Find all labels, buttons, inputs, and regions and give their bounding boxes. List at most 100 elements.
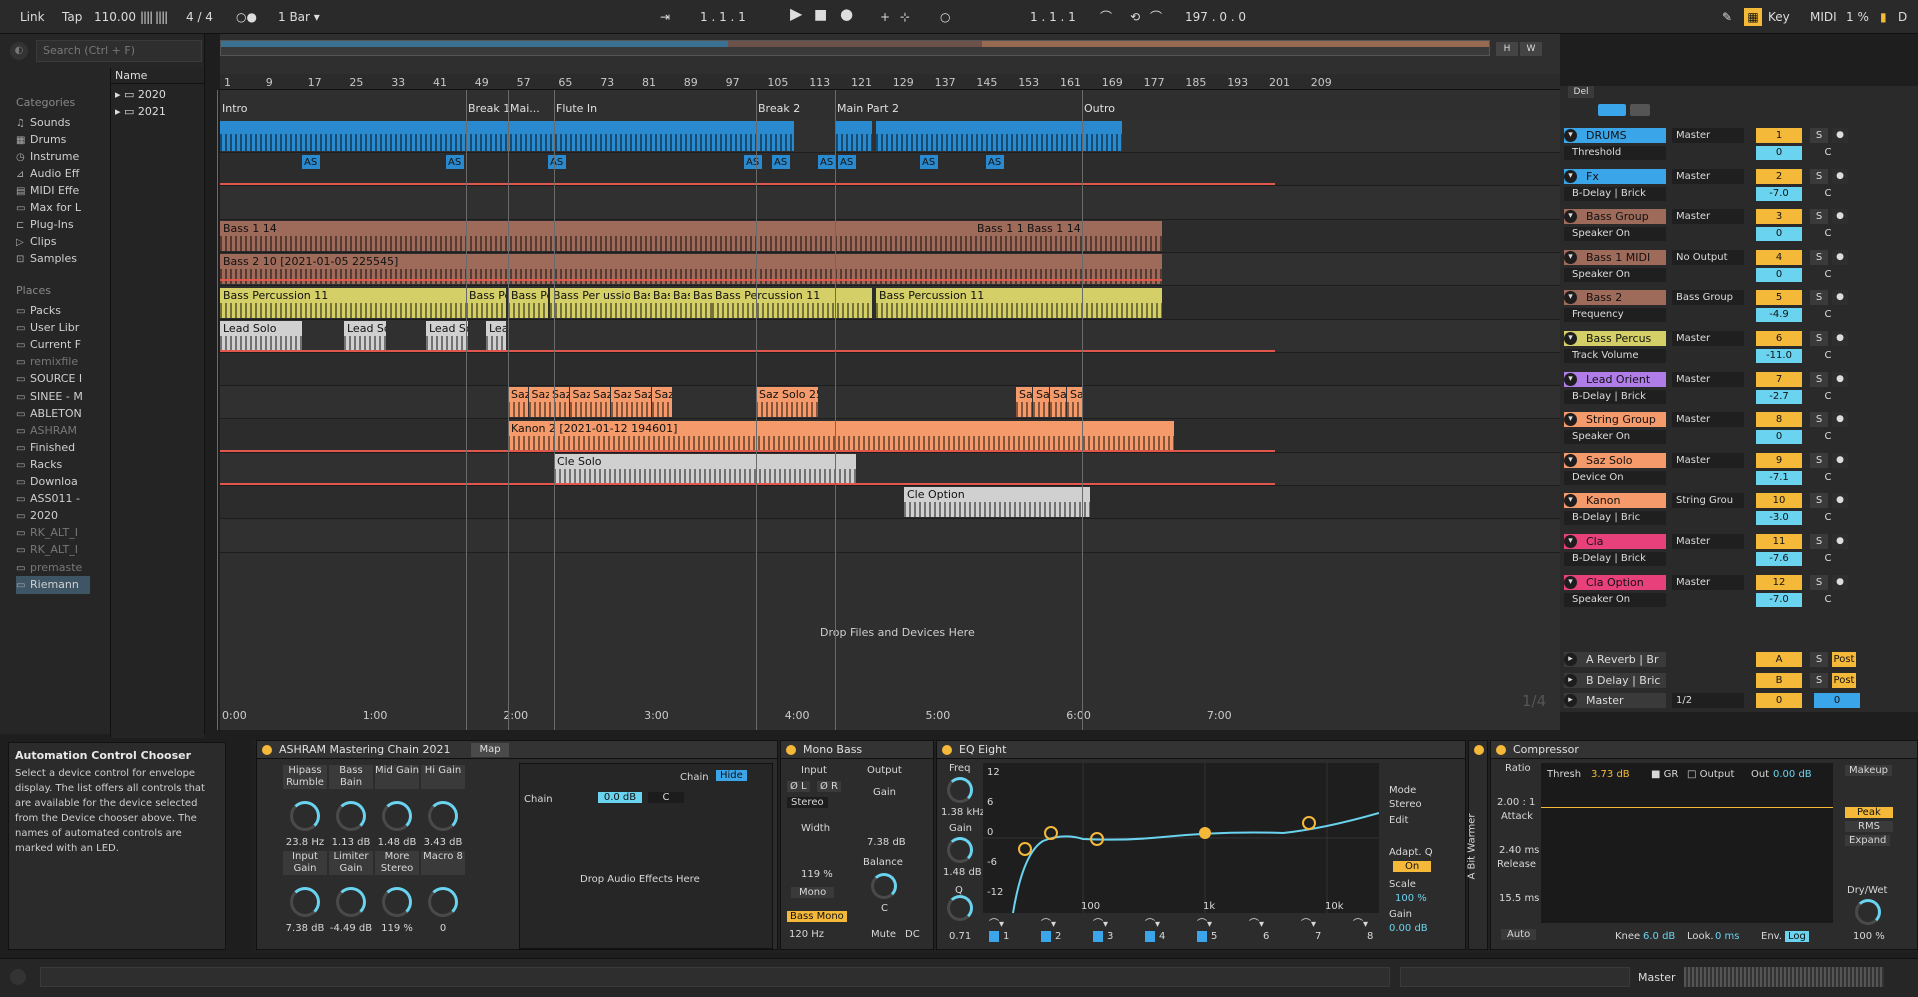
solo-button[interactable]: S bbox=[1810, 249, 1828, 265]
track-name[interactable]: String Group bbox=[1564, 412, 1666, 428]
automation-chooser[interactable]: Speaker On bbox=[1564, 430, 1666, 445]
eq-filter-type-icon[interactable]: ⌒▾ bbox=[1197, 915, 1212, 930]
map-button[interactable]: Map bbox=[471, 743, 509, 757]
place-item[interactable]: ▭ 2020 bbox=[16, 507, 90, 525]
arm-icon[interactable]: ● bbox=[1832, 209, 1848, 225]
clip[interactable] bbox=[876, 121, 1122, 151]
log-button[interactable]: Log bbox=[1785, 931, 1809, 942]
track-header[interactable]: Kanon ▾ B-Delay | Bric String Grou 10 -3.0 S C ● bbox=[1560, 491, 1918, 531]
pan-control[interactable]: C bbox=[1810, 471, 1846, 485]
output-routing-select[interactable]: Master bbox=[1672, 534, 1744, 549]
clip[interactable]: AS bbox=[446, 155, 464, 169]
ratio-value[interactable]: 2.00 : 1 bbox=[1497, 797, 1535, 808]
clip[interactable]: Saz bbox=[651, 387, 672, 418]
locator[interactable]: Break 2 bbox=[758, 102, 800, 115]
track-volume[interactable]: -4.9 bbox=[1756, 308, 1802, 323]
locator[interactable]: Intro bbox=[222, 102, 248, 115]
fold-icon[interactable]: ▾ bbox=[1564, 129, 1577, 142]
pan-control[interactable]: C bbox=[1810, 146, 1846, 160]
search-input[interactable]: Search (Ctrl + F) bbox=[36, 40, 202, 62]
track-activator[interactable]: 7 bbox=[1756, 371, 1802, 387]
track-volume[interactable]: 0 bbox=[1756, 146, 1802, 160]
output-routing-select[interactable]: 1/2 bbox=[1672, 693, 1744, 708]
track-activator[interactable]: 8 bbox=[1756, 412, 1802, 428]
clip[interactable]: Bass Percussion 11 bbox=[876, 287, 1162, 318]
track-header[interactable]: Lead Orient ▾ B-Delay | Brick Master 7 -2.7 S C… bbox=[1560, 370, 1918, 410]
post-button[interactable]: Post bbox=[1832, 652, 1856, 667]
arm-icon[interactable]: ● bbox=[1832, 493, 1848, 509]
output-routing-select[interactable]: No Output bbox=[1672, 249, 1744, 265]
balance-knob[interactable] bbox=[871, 873, 897, 899]
play-icon[interactable]: ▸ bbox=[1564, 653, 1577, 666]
draw-mode-icon[interactable]: ✎ bbox=[1722, 8, 1732, 26]
track-lane[interactable] bbox=[220, 386, 1560, 420]
return-track-name[interactable]: A Reverb | Br bbox=[1564, 652, 1666, 667]
track-volume[interactable]: -7.0 bbox=[1756, 592, 1802, 607]
bass-mono-frequency[interactable]: 120 Hz bbox=[789, 929, 824, 940]
category-drums[interactable]: ▦ Drums bbox=[16, 131, 90, 149]
track-lane[interactable] bbox=[220, 153, 1560, 187]
chain-name[interactable]: Chain bbox=[524, 794, 553, 805]
solo-button[interactable]: S bbox=[1810, 290, 1828, 306]
nudge-icon[interactable]: |||| |||| bbox=[140, 8, 168, 26]
adaptive-q-button[interactable]: On bbox=[1393, 861, 1432, 872]
clip[interactable]: AS bbox=[744, 155, 762, 169]
attack-value[interactable]: 2.40 ms bbox=[1499, 845, 1539, 856]
track-name[interactable]: Bass 1 MIDI bbox=[1564, 249, 1666, 265]
arm-icon[interactable]: ● bbox=[1832, 371, 1848, 387]
clip[interactable]: Saz bbox=[528, 387, 549, 418]
track-header[interactable]: Bass 2 ▾ Frequency Bass Group 5 -4.9 S C ● bbox=[1560, 288, 1918, 328]
name-column-header[interactable]: Name bbox=[111, 68, 205, 84]
threshold-value[interactable]: 3.73 dB bbox=[1591, 769, 1630, 780]
pan-control[interactable]: C bbox=[1810, 511, 1846, 525]
clip[interactable]: Bass Perc bbox=[466, 287, 506, 318]
post-button[interactable]: Post bbox=[1832, 672, 1856, 688]
computer-keyboard-icon[interactable]: ▦ bbox=[1744, 8, 1762, 26]
macro-value[interactable]: 1.13 dB bbox=[329, 837, 373, 848]
place-item[interactable]: ▭ Current F bbox=[16, 336, 90, 354]
fold-icon[interactable]: ▾ bbox=[1564, 535, 1577, 548]
clip[interactable]: Saz bbox=[569, 387, 590, 418]
place-item[interactable]: ▭ premaste bbox=[16, 559, 90, 577]
rms-button[interactable]: RMS bbox=[1845, 821, 1893, 832]
locator-lane[interactable]: Intro Break 1 Mai... Flute In Break 2 Main Pa… bbox=[220, 102, 1560, 118]
eq-band-toggle[interactable]: 2 bbox=[1041, 931, 1062, 942]
macro-knob[interactable] bbox=[382, 887, 412, 917]
folder-2021[interactable]: ▸ ▭ 2021 bbox=[115, 105, 166, 118]
track-lane[interactable] bbox=[220, 353, 1560, 387]
eq-filter-type-icon[interactable]: ⌒▾ bbox=[1249, 915, 1264, 930]
play-icon[interactable]: ▸ bbox=[1564, 694, 1577, 707]
capture-icon[interactable]: ○ bbox=[940, 8, 950, 26]
eq-filter-type-icon[interactable]: ⌒▾ bbox=[989, 915, 1004, 930]
automation-chooser[interactable]: B-Delay | Brick bbox=[1564, 186, 1666, 201]
return-track-header[interactable]: A Reverb | Br ▸ A S Post bbox=[1560, 650, 1918, 668]
macro-knob[interactable] bbox=[336, 887, 366, 917]
lock-icon[interactable] bbox=[1630, 104, 1650, 116]
macro-value[interactable]: 23.8 Hz bbox=[283, 837, 327, 848]
eq-display[interactable] bbox=[983, 763, 1379, 913]
eq-filter-type-icon[interactable]: ⌒▾ bbox=[1301, 915, 1316, 930]
pan-control[interactable]: C bbox=[1810, 268, 1846, 282]
track-header[interactable]: Bass 1 MIDI ▾ Speaker On No Output 4 0 S C ● bbox=[1560, 248, 1918, 288]
arrangement-overview[interactable] bbox=[220, 40, 1490, 56]
place-item[interactable]: ▭ SOURCE I bbox=[16, 370, 90, 388]
balance-value[interactable]: C bbox=[881, 903, 888, 914]
track-header[interactable]: Bass Percus ▾ Track Volume Master 6 -11.0 S C ● bbox=[1560, 329, 1918, 369]
drop-audio-effects-area[interactable]: Drop Audio Effects Here bbox=[580, 874, 700, 885]
track-activator[interactable]: 3 bbox=[1756, 209, 1802, 225]
eq-band-toggle[interactable]: 3 bbox=[1093, 931, 1114, 942]
category-audio-effects[interactable]: ⊿ Audio Eff bbox=[16, 165, 90, 183]
clip[interactable]: AS bbox=[986, 155, 1004, 169]
bass-mono-button[interactable]: Bass Mono bbox=[787, 911, 847, 922]
automation-arm-icon[interactable]: ⊹ bbox=[900, 8, 910, 26]
return-track-name[interactable]: Master bbox=[1564, 693, 1666, 708]
clip[interactable]: Saz bbox=[549, 387, 569, 418]
clip[interactable]: Saz Solo 25 bbox=[756, 387, 818, 418]
clip[interactable]: Saz bbox=[1016, 387, 1032, 418]
place-item[interactable]: ▭ ABLETON bbox=[16, 405, 90, 423]
macro-knob[interactable] bbox=[290, 801, 320, 831]
solo-button[interactable]: S bbox=[1810, 574, 1828, 590]
folder-2020[interactable]: ▸ ▭ 2020 bbox=[115, 88, 166, 101]
chain-volume[interactable]: 0.0 dB bbox=[598, 792, 642, 803]
quantization-select[interactable]: 1 Bar ▾ bbox=[278, 8, 320, 26]
